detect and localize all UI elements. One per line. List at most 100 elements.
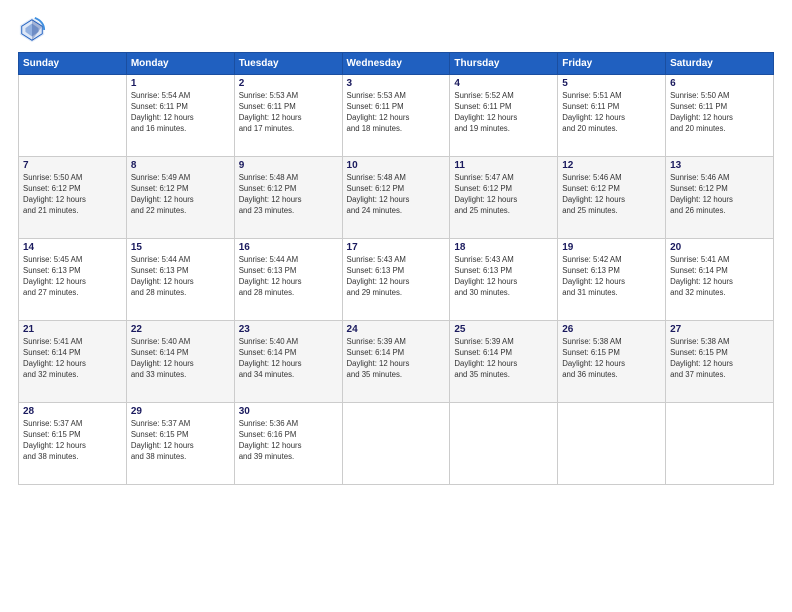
day-info-line: Sunrise: 5:41 AM [670, 255, 729, 264]
calendar-cell: 8Sunrise: 5:49 AMSunset: 6:12 PMDaylight… [126, 157, 234, 239]
calendar-cell: 1Sunrise: 5:54 AMSunset: 6:11 PMDaylight… [126, 75, 234, 157]
day-info-line: and 35 minutes. [347, 370, 402, 379]
day-info-line: Daylight: 12 hours [131, 113, 194, 122]
day-info-line: and 30 minutes. [454, 288, 509, 297]
calendar-cell: 14 Sunrise: 5:45 AMSunset: 6:13 PMDayligh… [19, 239, 127, 321]
day-number: 18 [454, 242, 553, 253]
calendar-cell: 26Sunrise: 5:38 AMSunset: 6:15 PMDayligh… [558, 321, 666, 403]
day-info: Sunrise: 5:44 AMSunset: 6:13 PMDaylight:… [239, 255, 338, 299]
day-info-line: Daylight: 12 hours [131, 195, 194, 204]
weekday-header-friday: Friday [558, 53, 666, 75]
day-number: 27 [670, 324, 769, 335]
day-info-line: and 33 minutes. [131, 370, 186, 379]
weekday-header-tuesday: Tuesday [234, 53, 342, 75]
day-info-line: Daylight: 12 hours [239, 441, 302, 450]
calendar-cell: 18Sunrise: 5:43 AMSunset: 6:13 PMDayligh… [450, 239, 558, 321]
weekday-header-sunday: Sunday [19, 53, 127, 75]
day-info: Sunrise: 5:50 AMSunset: 6:12 PMDaylight:… [23, 173, 122, 217]
day-info-line: Sunrise: 5:39 AM [454, 337, 513, 346]
day-info: Sunrise: 5:43 AMSunset: 6:13 PMDaylight:… [347, 255, 446, 299]
day-info-line: Sunset: 6:13 PM [23, 266, 81, 275]
day-info-line: and 16 minutes. [131, 124, 186, 133]
calendar-cell: 17 Sunrise: 5:43 AMSunset: 6:13 PMDayligh… [342, 239, 450, 321]
page: SundayMondayTuesdayWednesdayThursdayFrid… [0, 0, 792, 612]
day-info-line: Daylight: 12 hours [131, 441, 194, 450]
day-number: 5 [562, 78, 661, 89]
day-info-line: Sunrise: 5:50 AM [670, 91, 729, 100]
day-info-line: and 25 minutes. [454, 206, 509, 215]
day-info: Sunrise: 5:47 AM Sunset: 6:12 PM Daylight:… [454, 173, 553, 217]
calendar-table: SundayMondayTuesdayWednesdayThursdayFrid… [18, 52, 774, 485]
day-number: 13 [670, 160, 769, 171]
calendar-week-row: 7 Sunrise: 5:50 AMSunset: 6:12 PMDaylight… [19, 157, 774, 239]
day-info-line: and 28 minutes. [131, 288, 186, 297]
day-info-line: Daylight: 12 hours [23, 195, 86, 204]
day-info-line: and 38 minutes. [23, 452, 78, 461]
calendar-cell [342, 403, 450, 485]
day-number: 4 [454, 78, 553, 89]
calendar-cell: 19Sunrise: 5:42 AMSunset: 6:13 PMDayligh… [558, 239, 666, 321]
day-info-line: Sunrise: 5:37 AM [23, 419, 82, 428]
day-info: Sunrise: 5:36 AMSunset: 6:16 PMDaylight:… [239, 419, 338, 463]
day-info-line: Daylight: 12 hours [347, 359, 410, 368]
day-info-line: Sunrise: 5:54 AM [131, 91, 190, 100]
day-info: Sunrise: 5:41 AMSunset: 6:14 PMDaylight:… [670, 255, 769, 299]
calendar-cell: 9Sunrise: 5:48 AMSunset: 6:12 PMDaylight… [234, 157, 342, 239]
day-info-line: Daylight: 12 hours [670, 277, 733, 286]
calendar-cell: 11Sunrise: 5:47 AMSunset: 6:12 PMDayligh… [450, 157, 558, 239]
day-info-line: Sunrise: 5:47 AM [454, 173, 513, 182]
day-info-line: and 37 minutes. [670, 370, 725, 379]
calendar-week-row: 28Sunrise: 5:37 AMSunset: 6:15 PMDayligh… [19, 403, 774, 485]
day-info-line: Daylight: 12 hours [562, 277, 625, 286]
calendar-cell: 7 Sunrise: 5:50 AMSunset: 6:12 PMDaylight… [19, 157, 127, 239]
day-info-line: Daylight: 12 hours [670, 359, 733, 368]
weekday-header-thursday: Thursday [450, 53, 558, 75]
day-info-line: Sunrise: 5:36 AM [239, 419, 298, 428]
day-info-line: Daylight: 12 hours [239, 113, 302, 122]
day-number: 17 [347, 242, 446, 253]
day-info-line: Sunset: 6:12 PM [239, 184, 297, 193]
day-number: 2 [239, 78, 338, 89]
day-info-line: and 24 minutes. [347, 206, 402, 215]
day-info-line: Sunset: 6:13 PM [239, 266, 297, 275]
calendar-cell: 4Sunrise: 5:52 AMSunset: 6:11 PMDaylight… [450, 75, 558, 157]
day-info-line: Sunrise: 5:52 AM [454, 91, 513, 100]
day-info: Sunrise: 5:53 AMSunset: 6:11 PMDaylight:… [347, 91, 446, 135]
calendar-cell: 20 Sunrise: 5:41 AMSunset: 6:14 PMDayligh… [666, 239, 774, 321]
day-info: Sunrise: 5:39 AMSunset: 6:14 PMDaylight:… [454, 337, 553, 381]
day-info-line: Daylight: 12 hours [562, 195, 625, 204]
calendar-cell: 28Sunrise: 5:37 AMSunset: 6:15 PMDayligh… [19, 403, 127, 485]
day-info-line: Sunset: 6:11 PM [562, 102, 619, 111]
day-number: 30 [239, 406, 338, 417]
day-info-line: and 23 minutes. [239, 206, 294, 215]
day-number: 7 [23, 160, 122, 171]
day-number: 14 [23, 242, 122, 253]
calendar-cell: 25Sunrise: 5:39 AMSunset: 6:14 PMDayligh… [450, 321, 558, 403]
day-info-line: Sunset: 6:12 PM [347, 184, 405, 193]
day-info-line: Sunset: 6:14 PM [239, 348, 297, 357]
day-info-line: Daylight: 12 hours [454, 195, 517, 204]
day-info-line: Daylight: 12 hours [23, 359, 86, 368]
day-info-line: Sunset: 6:12 PM [562, 184, 620, 193]
day-info: Sunrise: 5:45 AMSunset: 6:13 PMDaylight:… [23, 255, 122, 299]
day-number: 9 [239, 160, 338, 171]
day-info-line: and 20 minutes. [562, 124, 617, 133]
weekday-header-monday: Monday [126, 53, 234, 75]
day-info: Sunrise: 5:49 AMSunset: 6:12 PMDaylight:… [131, 173, 230, 217]
calendar-cell: 29Sunrise: 5:37 AMSunset: 6:15 PMDayligh… [126, 403, 234, 485]
day-info: Sunrise: 5:37 AMSunset: 6:15 PMDaylight:… [23, 419, 122, 463]
day-info-line: Sunset: 6:11 PM [239, 102, 296, 111]
day-info-line: Sunset: 6:12 PM [454, 184, 512, 193]
day-number: 20 [670, 242, 769, 253]
day-info-line: Daylight: 12 hours [454, 113, 517, 122]
day-info-line: Sunrise: 5:48 AM [347, 173, 406, 182]
calendar-cell: 10Sunrise: 5:48 AMSunset: 6:12 PMDayligh… [342, 157, 450, 239]
day-info-line: Sunset: 6:15 PM [670, 348, 728, 357]
day-info-line: Daylight: 12 hours [454, 359, 517, 368]
day-info: Sunrise: 5:46 AMSunset: 6:12 PMDaylight:… [562, 173, 661, 217]
day-number: 23 [239, 324, 338, 335]
day-info-line: Daylight: 12 hours [670, 113, 733, 122]
day-number: 21 [23, 324, 122, 335]
day-info: Sunrise: 5:41 AMSunset: 6:14 PMDaylight:… [23, 337, 122, 381]
day-info-line: Sunset: 6:12 PM [131, 184, 189, 193]
